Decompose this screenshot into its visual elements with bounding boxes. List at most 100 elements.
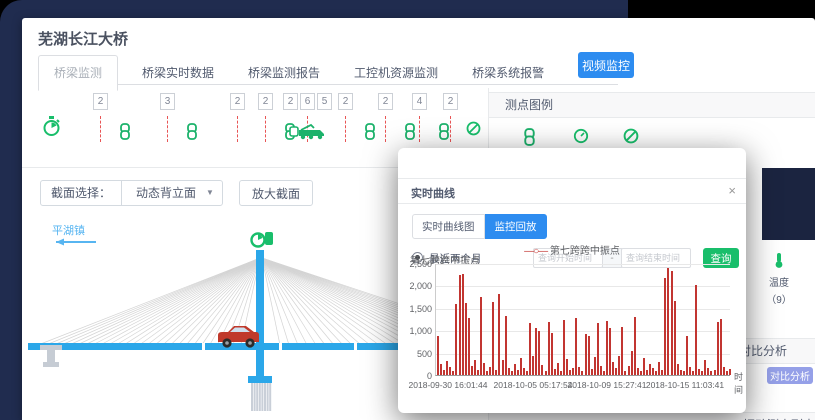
sensor-count-badge[interactable]: 2 [283,93,298,110]
legend-header-label: 测点图例 [505,98,553,112]
video-monitor-button[interactable]: 视频监控 [578,52,634,78]
sensor-group[interactable]: 2 [258,93,273,110]
tab-system-alarm[interactable]: 桥梁系统报警 [472,56,544,90]
point-list-header-label: 振动测点列表 [743,413,815,420]
y-tick-label: 2,500 [399,259,432,269]
chart-bar [581,371,583,375]
realtime-curve-modal: 实时曲线 × 实时曲线图 监控回放 最近两个月 - 查询 —○— 第七跨跨中振点… [398,148,746,413]
no-entry-icon[interactable] [466,121,481,141]
chart-bar [471,366,473,375]
chart-bar [677,364,679,375]
sensor-group[interactable]: 4 [412,93,427,110]
gauge-sensor-icon[interactable] [573,128,589,149]
chart-bar [517,370,519,375]
enlarge-section-button[interactable]: 放大截面 [239,180,313,206]
chart-bar [440,364,442,375]
sensor-count-badge[interactable]: 2 [258,93,273,110]
maintenance-truck-icon[interactable] [289,123,327,145]
left-arrow-icon [56,239,96,246]
section-select-value: 动态背立面 [136,181,196,205]
section-select-dropdown[interactable]: 动态背立面 ▼ [122,181,222,205]
chart-bar [628,366,630,375]
chart-bar [523,368,525,375]
sensor-group[interactable]: 2 [378,93,393,110]
chart-bar [535,328,537,375]
sensor-dash-line [237,116,238,142]
chart-bar [624,371,626,375]
chart-bar [508,368,510,375]
chart-bar [462,274,464,375]
sensor-count-badge[interactable]: 2 [378,93,393,110]
chart-bar [664,278,666,375]
chart-bar [538,331,540,375]
tab-bridge-monitor[interactable]: 桥梁监测 [38,55,118,91]
compare-analysis-button[interactable]: 对比分析 [767,367,813,384]
sensor-link-icon[interactable] [438,123,450,145]
sensor-count-badge[interactable]: 6 [300,93,315,110]
sensor-group-cluster[interactable]: 2 6 5 [283,93,332,110]
sensor-count-badge[interactable]: 2 [338,93,353,110]
sensor-group[interactable]: 2 [93,93,108,110]
chart-bar [566,359,568,375]
sensor-dash-line [345,116,346,142]
main-tabbar: 桥梁监测桥梁实时数据桥梁监测报告工控机资源监测桥梁系统报警 [38,54,618,85]
sensor-count-badge[interactable]: 2 [230,93,245,110]
chart-bar [468,318,470,375]
chart-bar [551,333,553,375]
chart-bar [649,364,651,375]
sensor-count-badge[interactable]: 3 [160,93,175,110]
chart-bar [707,368,709,375]
close-icon[interactable]: × [728,183,736,198]
sensor-link-icon[interactable] [186,123,198,145]
stopwatch-icon[interactable] [42,116,61,142]
chart-bar [541,365,543,375]
page-title: 芜湖长江大桥 [38,28,128,49]
left-abutment [40,345,62,367]
sensor-dash-line [100,116,101,142]
chart-bar [489,367,491,375]
x-axis-title: 时间 [734,370,746,396]
sensor-link-icon[interactable] [364,123,376,145]
tab-realtime-curve[interactable]: 实时曲线图 [412,214,485,239]
sensor-count-badge[interactable]: 2 [443,93,458,110]
tab-playback[interactable]: 监控回放 [485,214,547,239]
sensor-group[interactable]: 2 [230,93,245,110]
sensor-group[interactable]: 3 [160,93,175,110]
legend-marker-icon: —○— [524,246,547,257]
chart-bar [452,371,454,375]
chart-bar [689,367,691,375]
chart-bar [729,369,731,375]
no-entry-sensor-icon[interactable] [623,128,639,149]
x-tick-label: 2018-10-09 15:27:41 [568,380,647,390]
chart-bar [465,303,467,375]
chart-bar [526,371,528,375]
sensor-dash-line [419,116,420,142]
bridge-cables [38,258,398,345]
legend-panel-header: 测点图例 [489,92,815,118]
compare-header-label: 对比分析 [739,339,787,364]
temperature-count: （9） [759,291,799,306]
chart-bar [437,336,439,375]
chevron-down-icon: ▼ [206,181,214,205]
chart-bar [455,304,457,375]
bridge-diagram: 平湖镇 [22,218,398,420]
sensor-group[interactable]: 2 [338,93,353,110]
temperature-legend-item[interactable]: 温度 （9） [759,252,799,306]
chart-bar [710,371,712,375]
chart-bar [658,362,660,375]
tab-monitor-report[interactable]: 桥梁监测报告 [248,56,320,90]
sensor-link-icon[interactable] [404,123,416,145]
sensor-count-badge[interactable]: 5 [317,93,332,110]
sensor-count-badge[interactable]: 2 [93,93,108,110]
tab-ipc-resource[interactable]: 工控机资源监测 [354,56,438,90]
modal-header: 实时曲线 × [398,178,746,204]
sensor-group[interactable]: 2 [443,93,458,110]
chart-bar [495,370,497,375]
chart-bar [514,364,516,375]
sensor-count-badge[interactable]: 4 [412,93,427,110]
bridge-side-label: 平湖镇 [52,223,85,237]
tab-realtime-data[interactable]: 桥梁实时数据 [142,56,214,90]
sensor-link-icon[interactable] [119,123,131,145]
chart-bar [698,369,700,375]
chart-bar [600,366,602,375]
